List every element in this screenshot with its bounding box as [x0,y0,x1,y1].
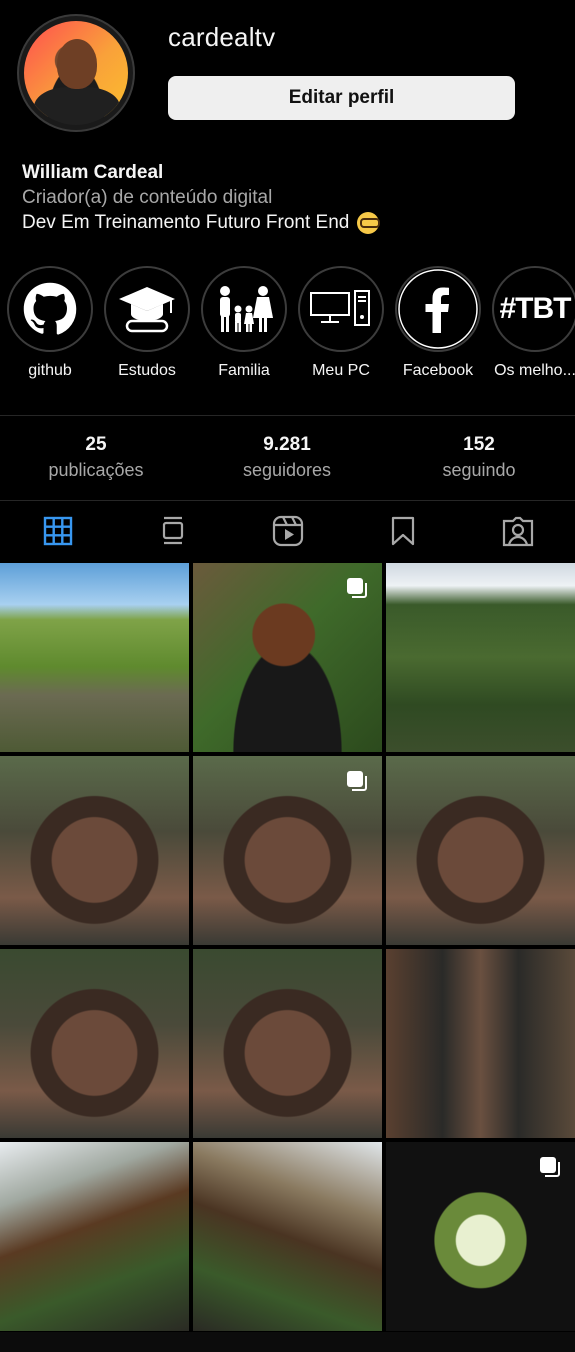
graduation-cap-icon [119,287,175,333]
stat-followers[interactable]: 9.281 seguidores [192,432,382,482]
highlight-meu-pc[interactable]: Meu PC [297,266,385,380]
highlight-facebook[interactable]: Facebook [394,266,482,380]
highlight-label: Estudos [118,362,176,379]
stat-posts-label: publicações [48,460,144,480]
stat-following-value: 152 [463,434,495,455]
bio-section: William Cardeal Criador(a) de conteúdo d… [22,160,562,235]
stat-following-label: seguindo [442,460,516,480]
profile-name: William Cardeal [22,162,164,183]
tab-feed[interactable] [115,502,230,560]
profile-avatar[interactable] [17,14,135,132]
post-thumbnail[interactable] [193,563,382,752]
highlight-familia[interactable]: Familia [200,266,288,380]
computer-icon [310,290,370,326]
multiple-photos-icon [540,1157,560,1177]
tab-saved[interactable] [345,502,460,560]
edit-profile-button[interactable]: Editar perfil [168,76,515,120]
post-thumbnail[interactable] [0,949,189,1138]
highlight-github[interactable]: github [6,266,94,380]
profile-category: Criador(a) de conteúdo digital [22,187,273,208]
post-thumbnail[interactable] [386,1142,575,1331]
grid-icon [43,516,72,546]
profile-tabs [0,502,575,560]
tab-grid[interactable] [0,502,115,560]
highlight-label: Facebook [402,362,474,379]
bio-text-row: Dev Em Treinamento Futuro Front End [22,210,562,235]
feed-icon [162,516,183,545]
stat-followers-label: seguidores [242,460,332,480]
post-thumbnail[interactable] [386,756,575,945]
post-thumbnail[interactable] [193,949,382,1138]
post-thumbnail[interactable] [386,563,575,752]
divider [0,415,575,416]
github-icon [23,282,77,335]
stat-followers-value: 9.281 [263,434,311,455]
profile-stats: 25 publicações 9.281 seguidores 152 segu… [0,432,575,492]
avatar-photo [24,21,128,125]
nerd-face-emoji-icon [357,211,381,234]
multiple-photos-icon [347,578,367,598]
tab-tagged[interactable] [460,502,575,560]
multiple-photos-icon [347,771,367,791]
post-thumbnail[interactable] [386,949,575,1138]
stat-posts-value: 25 [85,434,107,455]
post-thumbnail[interactable] [193,756,382,945]
stat-following[interactable]: 152 seguindo [384,432,574,482]
highlight-tbt[interactable]: #TBT Os melho... [491,266,575,380]
saved-icon [391,516,414,546]
post-thumbnail[interactable] [193,1142,382,1331]
bottom-edge [0,1332,575,1352]
facebook-icon [398,269,478,349]
tab-reels[interactable] [230,502,345,560]
post-thumbnail[interactable] [0,1142,189,1331]
highlight-label: Familia [218,362,270,379]
highlight-label: Meu PC [312,362,370,379]
username: cardealtv [168,22,276,52]
divider [0,500,575,501]
story-highlights[interactable]: github Estudos Familia Meu PC Facebook #… [0,266,575,386]
stat-posts[interactable]: 25 publicações [1,432,191,482]
bio-text: Dev Em Treinamento Futuro Front End [22,212,350,233]
highlight-estudos[interactable]: Estudos [103,266,191,380]
hashtag-tbt-icon: #TBT [499,292,572,325]
reels-icon [272,515,303,547]
tagged-icon [502,516,533,547]
post-thumbnail[interactable] [0,756,189,945]
family-icon [220,286,273,332]
profile-header: cardealtv Editar perfil [0,0,575,150]
post-thumbnail[interactable] [0,563,189,752]
highlight-label: Os melho... [494,362,575,379]
highlight-label: github [28,362,72,379]
